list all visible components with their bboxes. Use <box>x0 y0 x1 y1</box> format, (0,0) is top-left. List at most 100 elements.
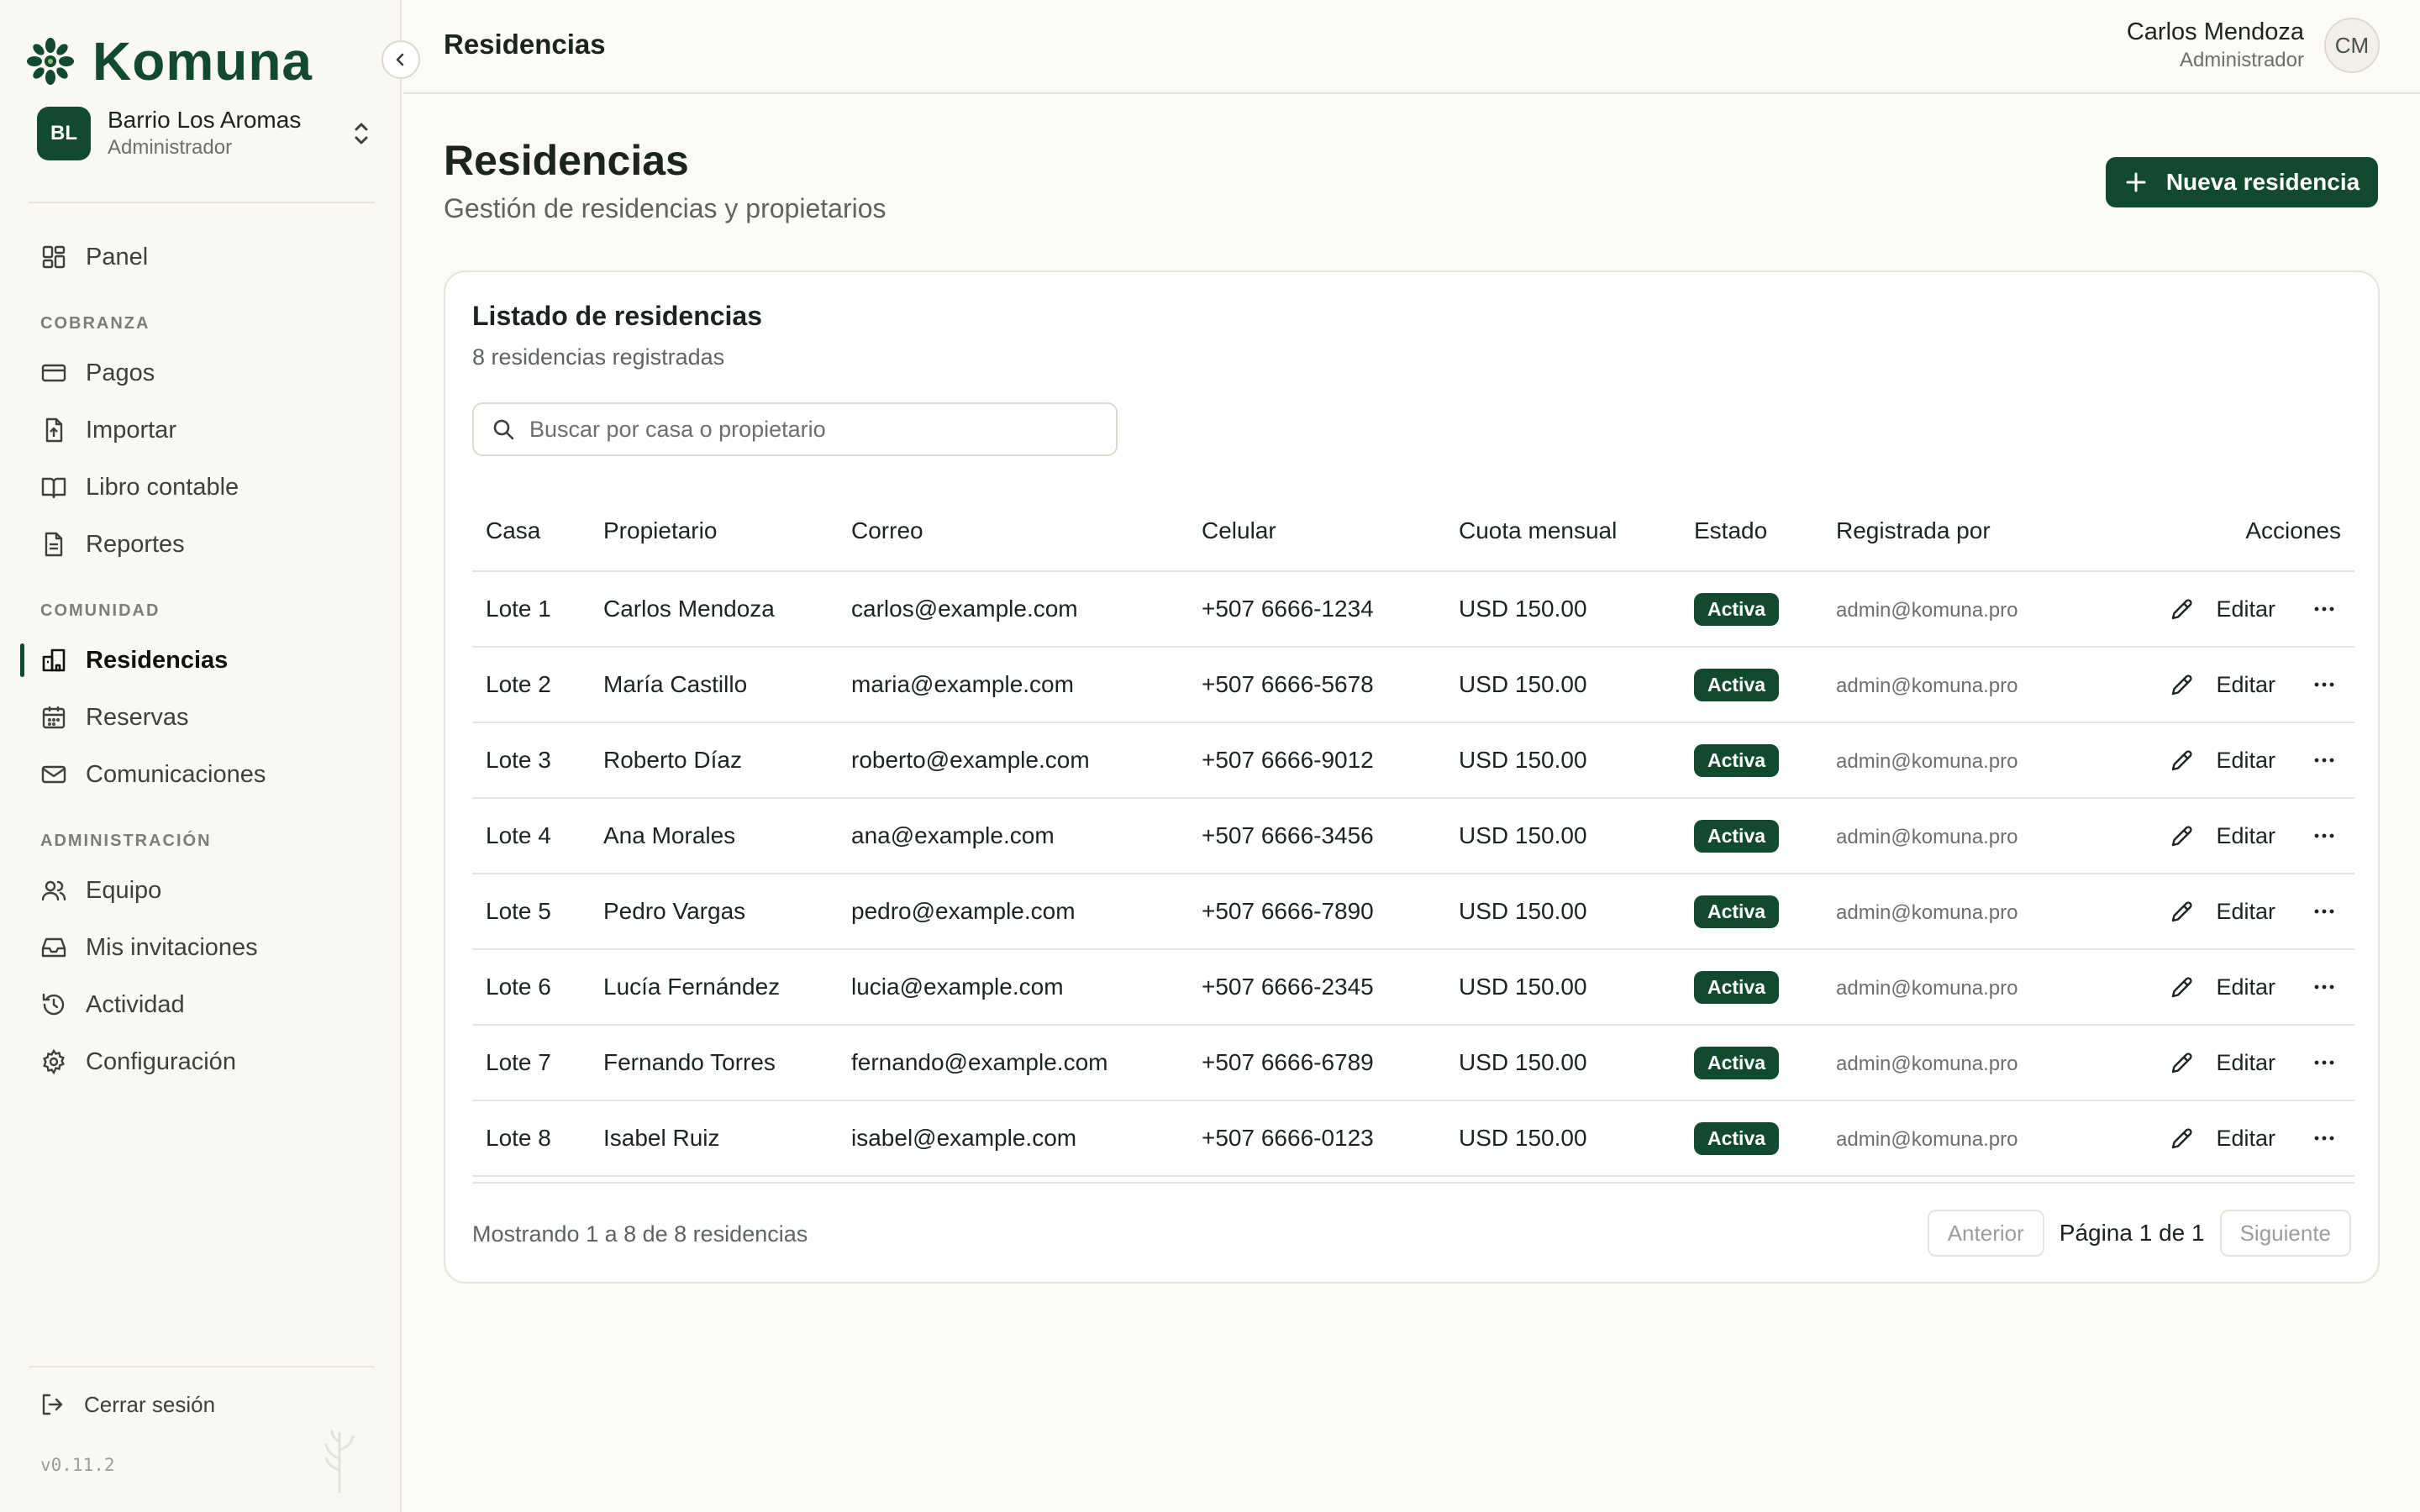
sidebar-collapse-button[interactable] <box>381 40 420 79</box>
table-row[interactable]: Lote 3 Roberto Díaz roberto@example.com +50… <box>472 722 2354 799</box>
user-text: Carlos Mendoza Administrador <box>2127 17 2304 74</box>
credit-card-icon <box>41 364 66 382</box>
edit-button[interactable]: Editar <box>2169 898 2275 925</box>
table-row[interactable]: Lote 5 Pedro Vargas pedro@example.com +507 … <box>472 874 2354 950</box>
edit-label: Editar <box>2216 974 2275 1000</box>
nav-item-configuracion[interactable]: Configuración <box>40 1042 236 1082</box>
ellipsis-icon[interactable] <box>2311 747 2338 774</box>
calendar-icon <box>42 706 66 729</box>
history-icon <box>42 993 65 1016</box>
nav-item-reservas[interactable]: Reservas <box>40 697 189 738</box>
nav-item-invitaciones[interactable]: Mis invitaciones <box>40 927 258 968</box>
nav-label-pagos: Pagos <box>86 359 155 386</box>
registered-by-email: admin@komuna.pro <box>1836 1053 2018 1075</box>
search-box[interactable] <box>472 402 1118 456</box>
table-row[interactable]: Lote 7 Fernando Torres fernando@example.co… <box>472 1025 2354 1101</box>
nav-item-actividad[interactable]: Actividad <box>40 984 185 1025</box>
card-footer-divider <box>472 1182 2354 1184</box>
ellipsis-icon[interactable] <box>2311 898 2338 925</box>
ellipsis-icon[interactable] <box>2311 974 2338 1000</box>
cell-correo: carlos@example.com <box>838 571 1188 648</box>
plus-icon <box>2126 172 2146 192</box>
table-row[interactable]: Lote 6 Lucía Fernández lucia@example.com +5… <box>472 949 2354 1026</box>
nav-label-reportes: Reportes <box>86 530 185 558</box>
nav-item-importar[interactable]: Importar <box>40 410 176 450</box>
edit-label: Editar <box>2216 1125 2275 1151</box>
cell-casa: Lote 1 <box>472 571 590 648</box>
user-menu[interactable]: Carlos Mendoza Administrador CM <box>2127 17 2380 74</box>
nav-item-libro-contable[interactable]: Libro contable <box>40 467 239 507</box>
status-badge: Activa <box>1694 970 1780 1004</box>
pagination: Anterior Página 1 de 1 Siguiente <box>1927 1210 2351 1257</box>
page-title: Residencias <box>444 137 689 184</box>
card-title: Listado de residencias <box>472 301 763 331</box>
brand-name: Komuna <box>92 31 313 92</box>
nav-item-panel[interactable]: Panel <box>40 237 148 277</box>
avatar[interactable]: CM <box>2324 18 2380 73</box>
search-input[interactable] <box>529 416 1116 443</box>
ellipsis-icon[interactable] <box>2311 1125 2338 1152</box>
edit-button[interactable]: Editar <box>2169 1125 2275 1152</box>
edit-button[interactable]: Editar <box>2169 822 2275 849</box>
table-row[interactable]: Lote 4 Ana Morales ana@example.com +507 666… <box>472 798 2354 874</box>
document-text-icon <box>45 532 63 557</box>
org-switcher[interactable]: BL Barrio Los Aromas Administrador <box>37 106 373 161</box>
row-actions: Editar <box>2139 596 2354 622</box>
next-page-button[interactable]: Siguiente <box>2219 1210 2351 1257</box>
cell-cuota: USD 150.00 <box>1445 874 1681 950</box>
edit-label: Editar <box>2216 596 2275 622</box>
cell-estado: Activa <box>1681 1025 1823 1101</box>
sprout-decoration-icon <box>324 1430 355 1494</box>
ellipsis-icon[interactable] <box>2311 1049 2338 1076</box>
edit-label: Editar <box>2216 1049 2275 1075</box>
nav-item-equipo[interactable]: Equipo <box>40 870 161 911</box>
row-actions: Editar <box>2139 974 2354 1000</box>
new-residence-button[interactable]: Nueva residencia <box>2106 157 2378 207</box>
logout-button[interactable]: Cerrar sesión <box>39 1391 215 1418</box>
cell-registrada: admin@komuna.pro <box>1823 1100 2125 1177</box>
pencil-icon <box>2172 750 2193 771</box>
cell-acciones: Editar <box>2125 647 2354 723</box>
edit-button[interactable]: Editar <box>2169 747 2275 774</box>
cell-casa: Lote 3 <box>472 722 590 799</box>
cell-celular: +507 6666-7890 <box>1188 874 1445 950</box>
nav-item-pagos[interactable]: Pagos <box>40 353 155 393</box>
nav-item-comunicaciones[interactable]: Comunicaciones <box>40 754 266 795</box>
table-row[interactable]: Lote 2 María Castillo maria@example.com +50… <box>472 647 2354 723</box>
brand[interactable]: Komuna <box>27 30 313 92</box>
cell-celular: +507 6666-1234 <box>1188 571 1445 648</box>
ellipsis-icon[interactable] <box>2311 822 2338 849</box>
registered-by-email: admin@komuna.pro <box>1836 1128 2018 1151</box>
ellipsis-icon[interactable] <box>2311 596 2338 622</box>
nav-item-reportes[interactable]: Reportes <box>40 524 185 564</box>
status-badge: Activa <box>1694 895 1780 928</box>
edit-button[interactable]: Editar <box>2169 1049 2275 1076</box>
cell-propietario: María Castillo <box>590 647 838 723</box>
chevrons-up-down-icon[interactable] <box>350 118 373 149</box>
cell-acciones: Editar <box>2125 722 2354 799</box>
nav-section-cobranza: COBRANZA <box>40 314 150 333</box>
cell-correo: ana@example.com <box>838 798 1188 874</box>
edit-button[interactable]: Editar <box>2169 596 2275 622</box>
prev-page-button[interactable]: Anterior <box>1927 1210 2044 1257</box>
nav-label-invitaciones: Mis invitaciones <box>86 933 258 961</box>
cell-casa: Lote 5 <box>472 874 590 950</box>
registered-by-email: admin@komuna.pro <box>1836 977 2018 1000</box>
new-residence-label: Nueva residencia <box>2165 169 2360 195</box>
nav-item-residencias[interactable]: Residencias <box>40 640 228 680</box>
cell-estado: Activa <box>1681 949 1823 1026</box>
edit-button[interactable]: Editar <box>2169 671 2275 698</box>
table-row[interactable]: Lote 8 Isabel Ruiz isabel@example.com +507 … <box>472 1100 2354 1177</box>
edit-button[interactable]: Editar <box>2169 974 2275 1000</box>
sidebar-divider-bottom <box>29 1366 375 1368</box>
status-badge: Activa <box>1694 592 1780 626</box>
cell-acciones: Editar <box>2125 798 2354 874</box>
status-badge: Activa <box>1694 819 1780 853</box>
ellipsis-icon[interactable] <box>2311 671 2338 698</box>
active-nav-indicator <box>20 643 24 677</box>
row-actions: Editar <box>2139 898 2354 925</box>
pencil-icon <box>2172 977 2193 998</box>
residences-card: Listado de residencias 8 residencias reg… <box>444 270 2380 1284</box>
table-row[interactable]: Lote 1 Carlos Mendoza carlos@example.com +5… <box>472 571 2354 648</box>
cell-acciones: Editar <box>2125 949 2354 1026</box>
